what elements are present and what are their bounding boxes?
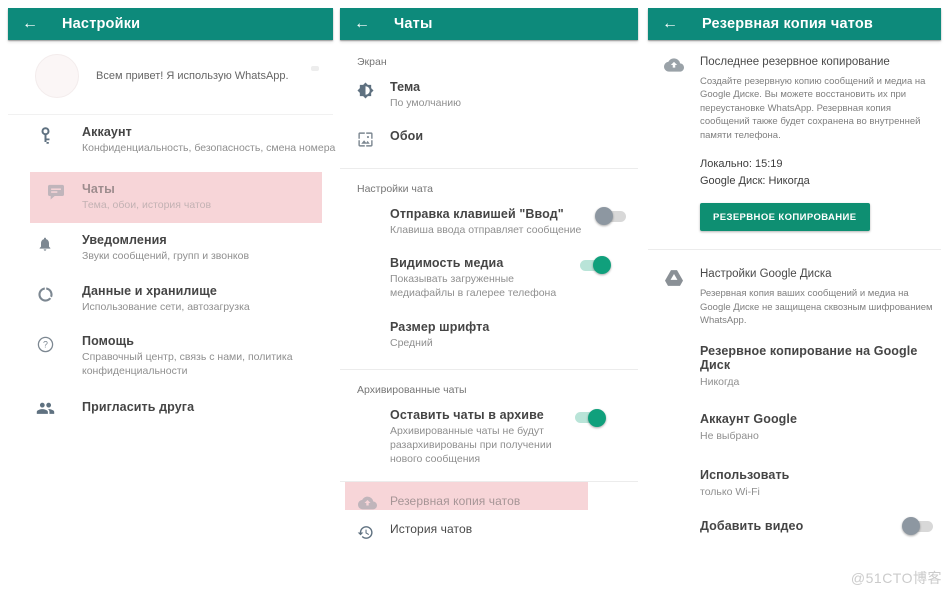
data-usage-icon [8,284,82,303]
bell-icon [8,233,82,253]
wallpaper-icon [340,129,390,148]
help-icon: ? [8,334,82,353]
theme-icon [340,80,390,99]
chat-bubble-icon [30,182,82,200]
gdrive-backup-time: Google Диск: Никогда [700,175,933,187]
profile-status: Всем привет! Я использую WhatsApp. [96,70,289,82]
history-icon [340,522,390,541]
sidebar-item-account[interactable]: Аккаунт Конфиденциальность, безопасность… [8,115,333,166]
row-title: История чатов [390,522,626,536]
gdrive-description: Резервная копия ваших сообщений и медиа … [700,287,933,327]
backup-appbar: ← Резервная копия чатов [648,8,941,40]
item-title: Пригласить друга [82,400,325,414]
section-chat-settings-label: Настройки чата [340,169,638,195]
sidebar-item-chats-highlighted[interactable]: Чаты Тема, обои, история чатов [30,172,322,223]
last-backup-section: Последнее резервное копирование Создайте… [648,40,941,231]
sidebar-item-help[interactable]: ? Помощь Справочный центр, связь с нами,… [8,324,333,389]
row-title: Оставить чаты в архиве [390,408,575,422]
row-subtitle: Средний [390,337,626,351]
key-icon [8,125,82,146]
row-subtitle: Показывать загруженные медиафайлы в гале… [390,273,580,301]
item-subtitle: Тема, обои, история чатов [82,199,314,213]
google-account-row[interactable]: Аккаунт Google Не выбрано [648,390,941,444]
sidebar-item-invite-friend[interactable]: Пригласить друга [8,389,333,424]
row-title: Аккаунт Google [700,412,941,426]
gdrive-backup-frequency-row[interactable]: Резервное копирование на Google Диск Ник… [648,328,941,390]
invite-people-icon [8,399,82,414]
row-title: Обои [390,129,626,143]
qr-code-icon[interactable] [311,66,319,71]
include-videos-row[interactable]: Добавить видео [648,499,941,533]
item-subtitle: Использование сети, автозагрузка [82,301,325,315]
item-title: Помощь [82,334,307,348]
backup-network-row[interactable]: Использовать только Wi-Fi [648,444,941,500]
row-title: Резервное копирование на Google Диск [700,344,941,372]
item-title: Данные и хранилище [82,284,325,298]
theme-row[interactable]: Тема По умолчанию [340,68,638,111]
row-subtitle: Никогда [700,376,941,390]
media-visibility-row[interactable]: Видимость медиа Показывать загруженные м… [340,238,638,301]
item-title: Уведомления [82,233,325,247]
google-drive-icon [648,268,700,286]
chats-settings-screen: ← Чаты Экран Тема По умолчанию Обои Наст… [340,8,638,541]
item-subtitle: Звуки сообщений, групп и звонков [82,250,325,264]
chats-appbar: ← Чаты [340,8,638,40]
sidebar-item-notifications[interactable]: Уведомления Звуки сообщений, групп и зво… [8,223,333,274]
enter-send-toggle[interactable] [598,211,626,222]
row-title: Использовать [700,468,941,482]
cloud-upload-icon [345,494,390,510]
row-subtitle: По умолчанию [390,97,626,111]
row-title: Добавить видео [700,519,905,533]
row-title: Видимость медиа [390,256,580,270]
font-size-row[interactable]: Размер шрифта Средний [340,300,638,369]
settings-appbar: ← Настройки [8,8,333,40]
row-subtitle: Клавиша ввода отправляет сообщение [390,224,598,238]
section-archived-label: Архивированные чаты [340,370,638,396]
section-title: Последнее резервное копирование [700,56,933,68]
back-arrow-icon[interactable]: ← [354,16,370,32]
item-title: Аккаунт [82,125,325,139]
backup-button[interactable]: РЕЗЕРВНОЕ КОПИРОВАНИЕ [700,203,870,231]
enter-send-row[interactable]: Отправка клавишей "Ввод" Клавиша ввода о… [340,195,638,238]
row-title: Размер шрифта [390,320,626,334]
profile-row[interactable]: Всем привет! Я использую WhatsApp. [8,40,333,114]
keep-archived-row[interactable]: Оставить чаты в архиве Архивированные ча… [340,396,638,481]
item-title: Чаты [82,182,314,196]
wallpaper-row[interactable]: Обои [340,111,638,168]
page-title: Чаты [394,16,433,32]
page-title: Настройки [62,16,140,32]
chat-backup-screen: ← Резервная копия чатов Последнее резерв… [648,8,941,533]
chat-backup-row-highlighted[interactable]: Резервная копия чатов [345,482,588,510]
row-subtitle: только Wi-Fi [700,486,941,500]
back-arrow-icon[interactable]: ← [22,16,38,32]
backup-description: Создайте резервную копию сообщений и мед… [700,75,933,142]
item-subtitle: Конфиденциальность, безопасность, смена … [82,142,325,156]
avatar[interactable] [35,54,79,98]
include-videos-toggle[interactable] [905,521,933,532]
local-backup-time: Локально: 15:19 [700,158,933,170]
media-visibility-toggle[interactable] [580,260,608,271]
sidebar-item-data-storage[interactable]: Данные и хранилище Использование сети, а… [8,274,333,325]
section-title: Настройки Google Диска [700,268,933,280]
row-subtitle: Не выбрано [700,430,941,444]
settings-screen: ← Настройки Всем привет! Я использую Wha… [8,8,333,424]
cloud-upload-icon [648,56,700,72]
gdrive-settings-section: Настройки Google Диска Резервная копия в… [648,250,941,327]
row-title: Отправка клавишей "Ввод" [390,207,598,221]
watermark: @51CTO博客 [851,568,942,588]
keep-archived-toggle[interactable] [575,412,603,423]
row-title: Резервная копия чатов [390,494,576,508]
section-screen-label: Экран [340,40,638,68]
page-title: Резервная копия чатов [702,16,873,32]
row-title: Тема [390,80,626,94]
item-subtitle: Справочный центр, связь с нами, политика… [82,351,307,379]
chat-history-row[interactable]: История чатов [340,510,638,541]
row-subtitle: Архивированные чаты не будут разархивиро… [390,425,575,467]
svg-text:?: ? [43,340,48,350]
back-arrow-icon[interactable]: ← [662,16,678,32]
